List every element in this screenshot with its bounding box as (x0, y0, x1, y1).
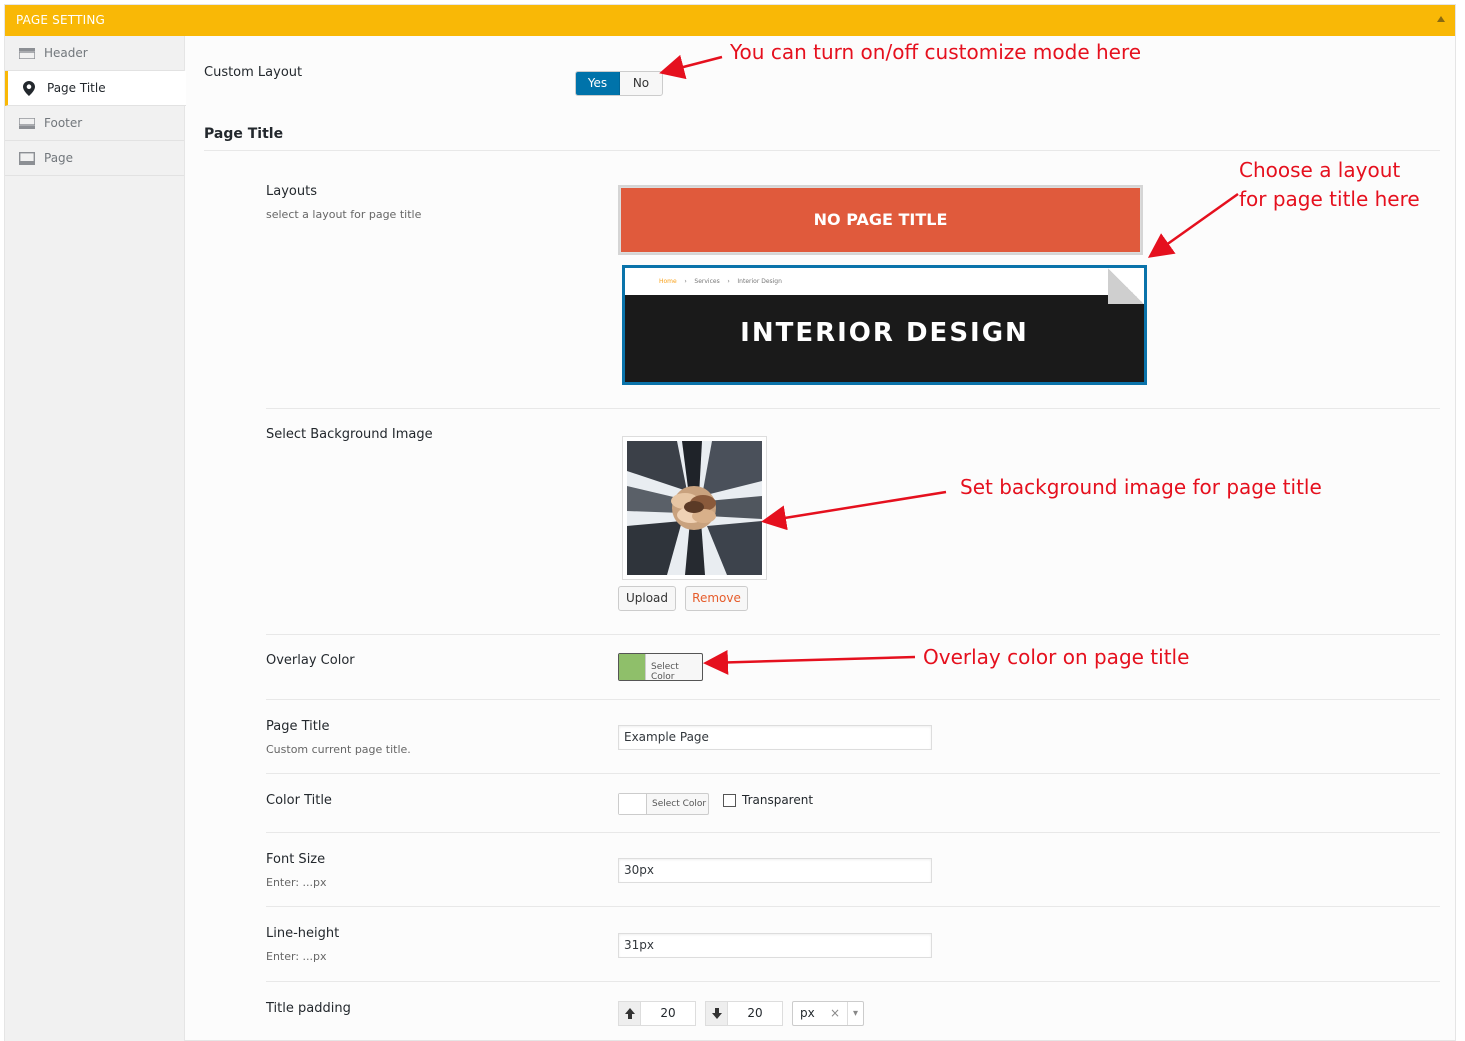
clear-icon[interactable]: × (830, 1006, 840, 1020)
layout-preview-breadcrumb: Home › Services › Interior Design (625, 268, 1144, 295)
select-color-label: Select Color (652, 799, 707, 809)
layout-preview-title: INTERIOR DESIGN (740, 318, 1029, 348)
footer-icon (19, 118, 35, 129)
remove-button[interactable]: Remove (685, 586, 748, 611)
line-height-description: Enter: ...px (266, 950, 327, 963)
row-divider (266, 699, 1440, 700)
toggle-yes-button[interactable]: Yes (576, 72, 620, 95)
transparent-label: Transparent (742, 793, 814, 807)
crumb-services: Services (694, 278, 720, 285)
font-size-input[interactable]: 30px (618, 858, 932, 883)
header-icon (19, 48, 35, 59)
overlay-color-label: Overlay Color (266, 653, 355, 668)
row-divider (266, 634, 1440, 635)
page-title-label: Page Title (266, 719, 330, 734)
page-title-description: Custom current page title. (266, 743, 411, 756)
font-size-description: Enter: ...px (266, 876, 327, 889)
collapse-arrow-icon[interactable] (1437, 16, 1445, 22)
row-divider (266, 832, 1440, 833)
transparent-checkbox[interactable] (723, 794, 736, 807)
section-title: Page Title (204, 126, 284, 142)
padding-top-field[interactable]: 20 (618, 1001, 696, 1026)
layouts-description: select a layout for page title (266, 208, 422, 221)
annotation-layout-line2: for page title here (1239, 187, 1420, 211)
panel-title: PAGE SETTING (16, 13, 106, 27)
sidebar-item-footer[interactable]: Footer (5, 106, 184, 141)
row-divider (266, 981, 1440, 982)
crumb-current: Interior Design (737, 278, 782, 285)
background-image-label: Select Background Image (266, 427, 433, 442)
color-title-swatch (619, 794, 647, 814)
layout-option-interior-design[interactable]: Home › Services › Interior Design INTERI… (622, 265, 1147, 385)
line-height-label: Line-height (266, 926, 340, 941)
section-divider (204, 150, 1440, 151)
layouts-label: Layouts (266, 184, 317, 199)
annotation-layout-line1: Choose a layout (1239, 158, 1401, 182)
padding-unit-select[interactable]: px × ▾ (792, 1001, 864, 1026)
custom-layout-toggle[interactable]: Yes No (575, 71, 663, 96)
padding-top-value: 20 (660, 1006, 676, 1020)
page-title-input[interactable]: Example Page (618, 725, 932, 750)
custom-layout-label: Custom Layout (204, 65, 303, 80)
padding-unit-value: px (800, 1006, 815, 1020)
sidebar-item-page-title[interactable]: Page Title (5, 71, 186, 106)
arrow-up-icon (619, 1002, 641, 1025)
overlay-color-picker[interactable]: Select Color (618, 653, 703, 682)
overlay-color-swatch (619, 654, 646, 680)
sidebar-item-label: Page (44, 151, 74, 165)
annotation-overlay-color: Overlay color on page title (923, 645, 1190, 669)
sidebar-item-label: Footer (44, 116, 83, 130)
line-height-input[interactable]: 31px (618, 933, 932, 958)
select-color-label: Select Color (651, 662, 679, 682)
chevron-down-icon[interactable]: ▾ (847, 1002, 863, 1025)
color-title-picker[interactable]: Select Color (618, 793, 709, 815)
sidebar-item-label: Page Title (47, 81, 106, 95)
padding-bottom-value: 20 (747, 1006, 763, 1020)
map-marker-icon (23, 81, 35, 96)
background-image-preview[interactable] (622, 436, 767, 580)
row-divider (266, 408, 1440, 409)
row-divider (266, 773, 1440, 774)
panel-header[interactable]: PAGE SETTING (5, 5, 1455, 36)
page-icon (19, 152, 35, 165)
layout-option-no-page-title[interactable]: NO PAGE TITLE (618, 185, 1143, 255)
sidebar-item-header[interactable]: Header (5, 36, 184, 71)
settings-sidebar: Header Page Title Footer Page (5, 36, 186, 1041)
font-size-label: Font Size (266, 852, 326, 867)
crumb-home: Home (659, 278, 677, 285)
sidebar-item-page[interactable]: Page (5, 141, 184, 176)
toggle-no-button[interactable]: No (620, 72, 662, 95)
title-padding-label: Title padding (266, 1001, 351, 1016)
color-title-label: Color Title (266, 793, 332, 808)
upload-button[interactable]: Upload (618, 586, 676, 611)
layout-option-text: NO PAGE TITLE (621, 188, 1140, 252)
crumb-separator: › (684, 278, 687, 285)
page-fold-corner (1108, 268, 1144, 304)
row-divider (266, 906, 1440, 907)
sidebar-item-label: Header (44, 46, 88, 60)
annotation-background-image: Set background image for page title (960, 475, 1322, 499)
crumb-separator: › (727, 278, 730, 285)
arrow-down-icon (706, 1002, 728, 1025)
teamwork-hands-image (627, 441, 762, 575)
annotation-customize-mode: You can turn on/off customize mode here (730, 40, 1142, 64)
padding-bottom-field[interactable]: 20 (705, 1001, 783, 1026)
